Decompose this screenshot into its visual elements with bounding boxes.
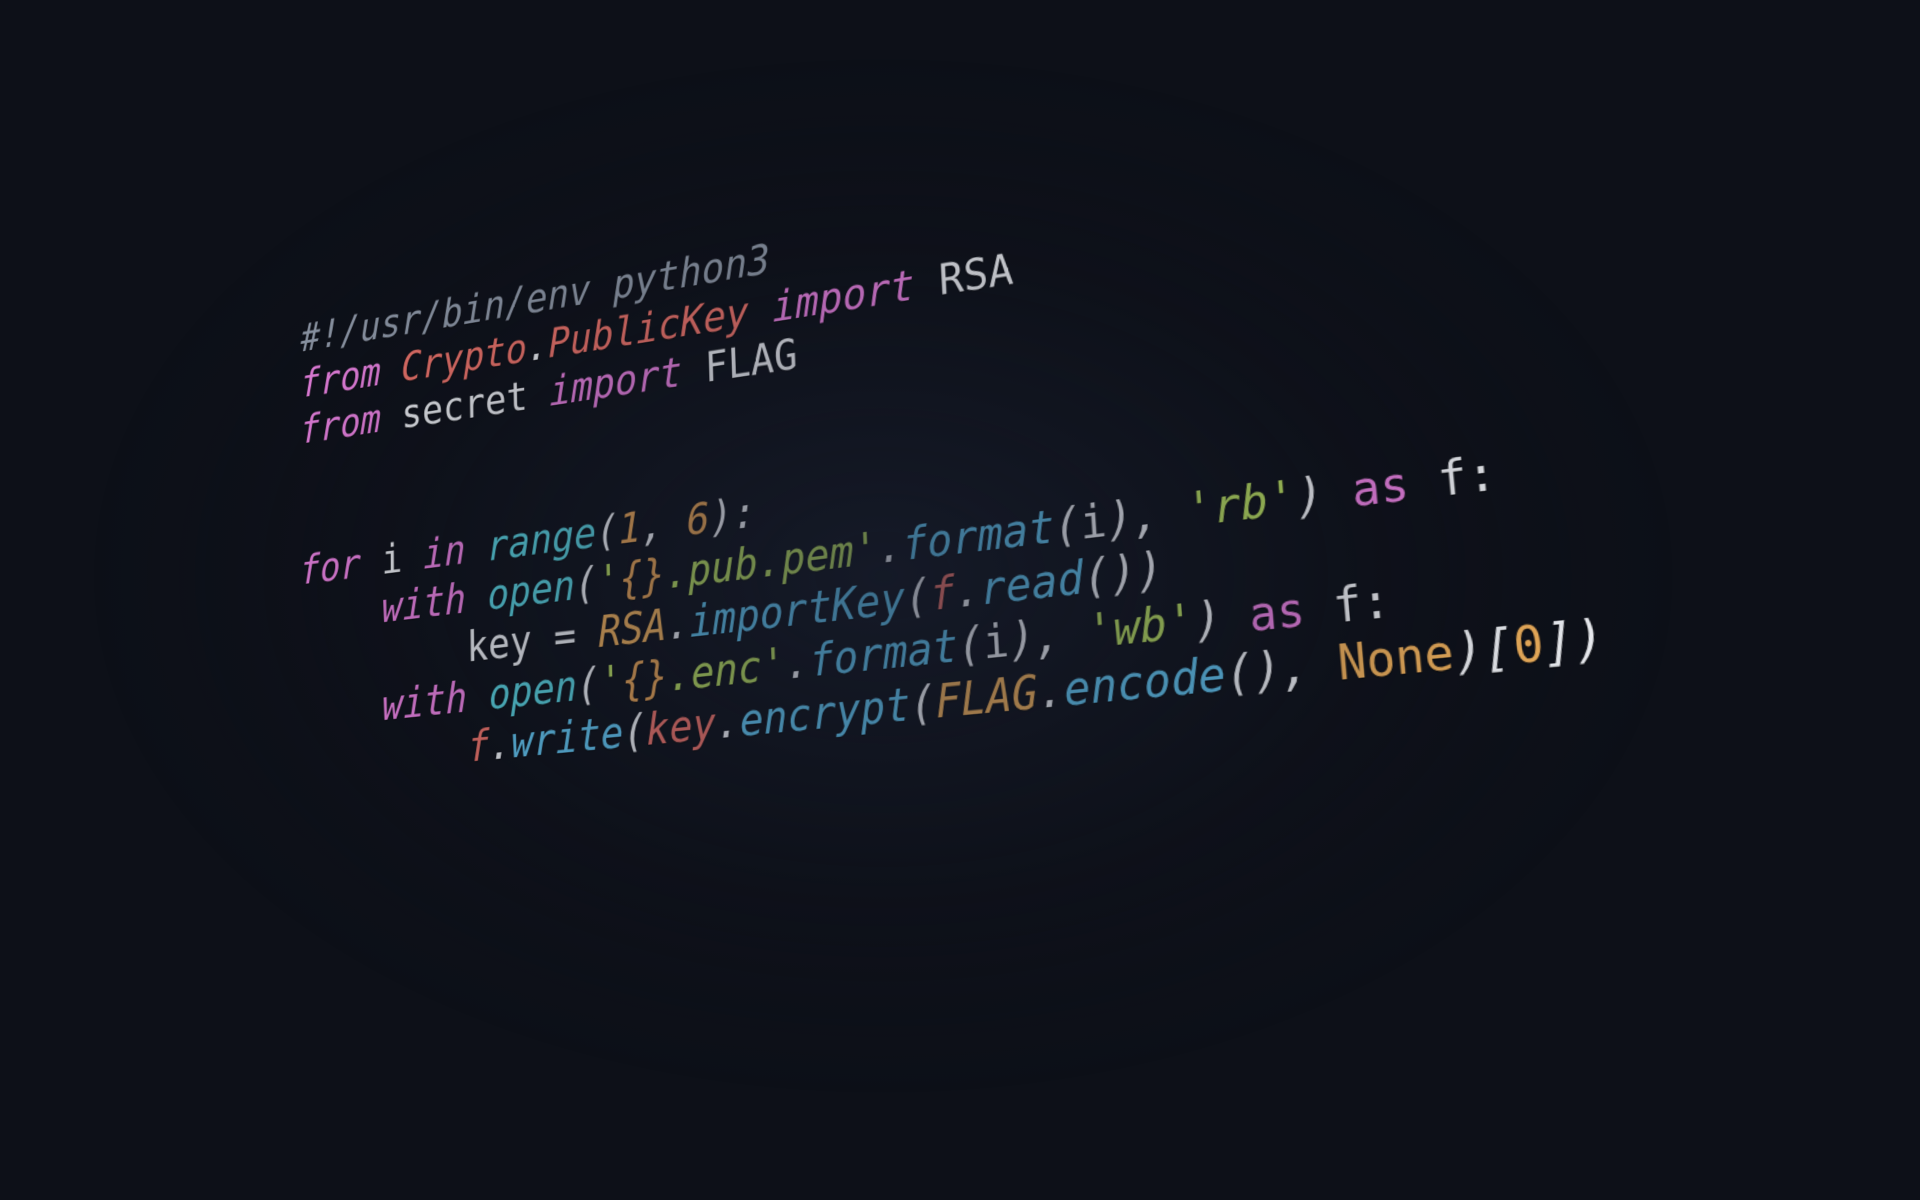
code-token-class: RSA [597,601,668,658]
code-token-const: None [1335,625,1457,692]
code-token-class: FLAG [934,666,1040,729]
code-token-punct: ( [903,570,932,625]
code-token-string: ' [852,523,880,577]
code-token-punct: , [640,497,688,552]
code-token-keyword2: as [1349,457,1412,519]
code-token-punct: . [526,321,549,372]
code-token-string: .enc [667,642,763,702]
code-token-keyword: for [299,540,361,595]
screenshot-canvas: #!/usr/bin/env python3 from Crypto.Publi… [0,0,1920,1200]
code-token-plainup: i [981,615,1011,670]
code-token-punct: ]) [1540,610,1608,673]
code-token-punct: ( [595,506,620,558]
code-token-punct: (), [1223,636,1341,703]
code-token-builtin: open [488,662,578,720]
code-perspective-stage: #!/usr/bin/env python3 from Crypto.Publi… [0,0,1920,1200]
code-token-punct: )[ [1451,619,1517,682]
code-token-punct: . [665,598,691,651]
code-token-punct: . [784,636,811,690]
code-token-punct: ( [1052,498,1082,554]
code-token-punct: ) [1192,589,1252,649]
code-token-var: f [928,567,957,622]
code-token-keyword: with [382,674,468,731]
code-token-punct: = [531,609,599,665]
code-token-brace: {} [619,550,666,605]
code-token-plainup: i [1078,495,1109,551]
code-token-punct: ): [708,488,758,543]
code-token-var: f [467,721,490,773]
code-token-punct: ( [908,677,937,732]
code-token-plainup: f: [1435,446,1499,509]
code-token-var: key [645,699,717,756]
code-token-keyword: with [381,575,467,633]
python-code-block: #!/usr/bin/env python3 from Crypto.Publi… [299,99,1608,789]
code-token-punct: ( [574,559,598,610]
code-token-brace: {} [621,652,669,707]
code-token-punct: . [489,719,512,771]
code-token-plainup: i [381,535,403,585]
code-token-plainup: key [466,616,533,673]
code-token-func: write [511,708,624,769]
code-token-punct: ( [956,618,985,673]
code-token-punct: ), [1104,485,1189,548]
code-token-string: ' [598,657,623,709]
code-token-keyword: in [423,526,466,579]
code-token-punct: . [953,564,982,619]
code-token-string: 'rb' [1184,471,1298,538]
code-token-string: ' [760,639,787,693]
code-token-punct: . [876,520,904,575]
code-token-punct: . [1036,664,1066,720]
code-token-plainup: RSA [937,244,1015,306]
code-token-string: ' [596,556,621,608]
code-token-plainup: f: [1330,573,1393,635]
code-token-punct: ), [1007,606,1089,668]
code-token-punct: ) [1293,464,1355,525]
code-token-number: 6 [685,494,711,546]
code-token-keyword2: as [1246,583,1307,643]
code-token-punct: . [715,696,741,750]
code-token-number: 1 [618,503,642,555]
code-token-punct: ()) [1081,543,1165,605]
code-token-string: 'wb' [1085,595,1197,660]
code-token-punct: ( [622,706,647,758]
code-token-punct: ( [576,659,601,711]
